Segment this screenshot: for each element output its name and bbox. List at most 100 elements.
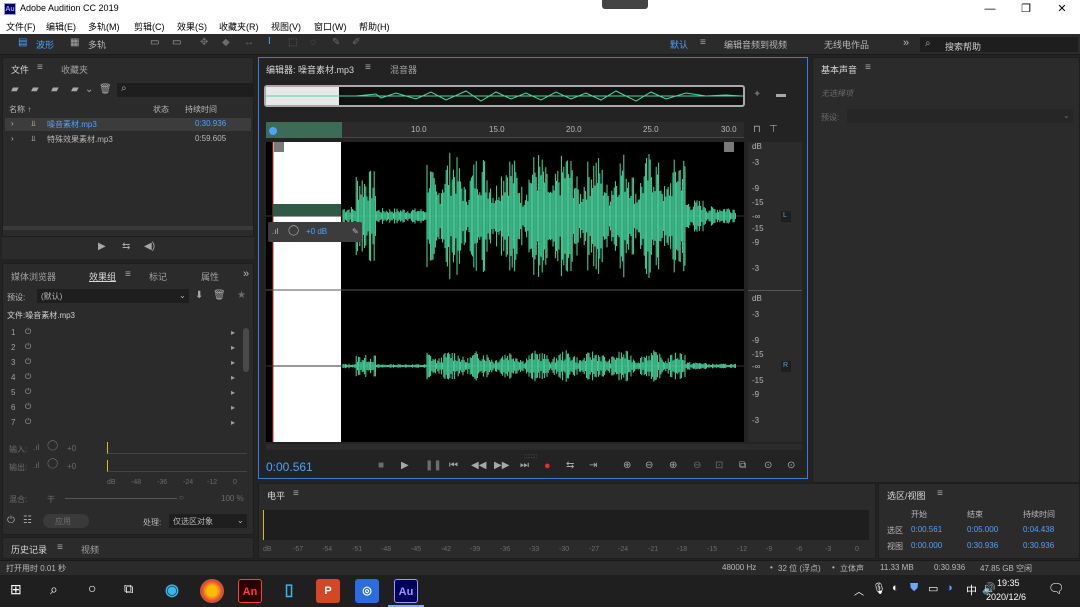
- tab-history[interactable]: 历史记录: [11, 543, 47, 556]
- files-search-input[interactable]: ⌕: [117, 83, 253, 97]
- more-tabs-icon[interactable]: »: [243, 268, 249, 280]
- chrome-browser-icon[interactable]: [200, 579, 224, 603]
- panel-menu-icon[interactable]: ≡: [125, 269, 131, 280]
- panel-options-icon[interactable]: ▬: [776, 89, 786, 100]
- time-ruler[interactable]: 10.0 15.0 20.0 25.0 30.0: [266, 122, 744, 138]
- windows-start-icon[interactable]: ⊞: [10, 581, 22, 598]
- mix-slider-handle[interactable]: ○: [179, 493, 184, 502]
- output-gain-knob[interactable]: ◯: [47, 458, 58, 469]
- workspace-default[interactable]: 默认: [670, 38, 688, 51]
- channel-right-button[interactable]: R: [781, 361, 791, 372]
- microphone-icon[interactable]: 🎙: [872, 582, 886, 595]
- power-icon[interactable]: ⏻: [25, 417, 31, 427]
- slot-arrow-icon[interactable]: ▸: [231, 343, 235, 352]
- workspace-edit-video[interactable]: 编辑音频到视频: [724, 38, 787, 51]
- zoom-in-point-icon[interactable]: ⊙: [764, 460, 772, 471]
- effect-slot[interactable]: 3 ⏻ ▸: [5, 356, 241, 370]
- header-status[interactable]: 状态: [153, 104, 169, 115]
- hud-gain-knob[interactable]: ◯: [288, 225, 299, 236]
- workspace-more[interactable]: »: [903, 37, 909, 49]
- waveform-button[interactable]: 波形: [36, 38, 54, 51]
- rewind-icon[interactable]: ◀◀: [471, 460, 486, 471]
- list-view-icon[interactable]: ☷: [23, 515, 32, 526]
- fade-out-handle[interactable]: [724, 142, 734, 152]
- cortana-icon[interactable]: ○: [88, 580, 96, 596]
- slot-arrow-icon[interactable]: ▸: [231, 373, 235, 382]
- maximize-button[interactable]: ❐: [1008, 0, 1044, 18]
- powerpoint-app-icon[interactable]: P: [316, 579, 340, 603]
- current-time[interactable]: 0:00.561: [266, 460, 313, 474]
- slot-arrow-icon[interactable]: ▸: [231, 388, 235, 397]
- slots-scrollbar[interactable]: [243, 328, 249, 372]
- insert-icon[interactable]: ▰: [71, 84, 79, 95]
- zoom-in-amplitude-icon[interactable]: ⊕: [623, 460, 631, 471]
- power-icon[interactable]: ⏻: [25, 342, 31, 352]
- effect-slot[interactable]: 5 ⏻ ▸: [5, 386, 241, 400]
- input-gain-knob[interactable]: ◯: [47, 440, 58, 451]
- open-file-icon[interactable]: ▰: [11, 84, 19, 95]
- search-icon[interactable]: ⌕: [50, 581, 58, 598]
- move-tool-icon[interactable]: ✥: [200, 37, 208, 48]
- power-icon[interactable]: ⏻: [25, 387, 31, 397]
- effect-slot[interactable]: 7 ⏻ ▸: [5, 416, 241, 430]
- ime-indicator[interactable]: 中: [966, 582, 977, 598]
- slot-arrow-icon[interactable]: ▸: [231, 403, 235, 412]
- zoom-out-time-icon[interactable]: ⊖: [693, 460, 701, 471]
- mix-slider[interactable]: [65, 498, 177, 499]
- multitrack-button[interactable]: 多轨: [88, 38, 106, 51]
- audition-taskbar-icon[interactable]: Au: [394, 579, 418, 603]
- view-end[interactable]: 0:30.936: [967, 541, 998, 550]
- zoom-out-full-icon[interactable]: ⊡: [715, 460, 723, 471]
- selection-end[interactable]: 0:05.000: [967, 525, 998, 534]
- essential-preset-select[interactable]: ⌄: [847, 109, 1073, 123]
- favorite-star-icon[interactable]: ★: [237, 290, 246, 301]
- selection-duration[interactable]: 0:04.438: [1023, 525, 1054, 534]
- spot-healing-icon[interactable]: ✐: [352, 37, 360, 48]
- selection-view-title[interactable]: 选区/视图: [887, 489, 926, 502]
- play-preview-icon[interactable]: ▶: [98, 241, 106, 252]
- horizontal-scrollbar[interactable]: [266, 444, 802, 450]
- minimize-button[interactable]: —: [972, 0, 1008, 18]
- delete-preset-icon[interactable]: 🗑: [213, 290, 226, 301]
- file-row[interactable]: › ⫫ 噪音素材.mp3 0:30.936: [5, 118, 251, 131]
- expand-icon[interactable]: ›: [11, 134, 14, 143]
- slot-arrow-icon[interactable]: ▸: [231, 418, 235, 427]
- razor-tool-icon[interactable]: ◆: [222, 37, 230, 48]
- panel-menu-icon[interactable]: ≡: [57, 542, 63, 553]
- panel-menu-icon[interactable]: ≡: [865, 62, 871, 73]
- effect-slot[interactable]: 4 ⏻ ▸: [5, 371, 241, 385]
- channel-left-button[interactable]: L: [781, 211, 791, 222]
- search-box[interactable]: ⌕ 搜索帮助: [920, 37, 1078, 52]
- import-icon[interactable]: ▰: [31, 84, 39, 95]
- waveform-display[interactable]: .ıl ◯ +0 dB ✎: [266, 142, 744, 442]
- menu-view[interactable]: 视图(V): [271, 20, 301, 33]
- process-select[interactable]: 仅选区对象 ⌄: [169, 514, 247, 528]
- brush-tool-icon[interactable]: ✎: [332, 37, 340, 48]
- pause-icon[interactable]: ❚❚: [425, 460, 442, 471]
- lasso-tool-icon[interactable]: ◌: [310, 37, 316, 48]
- time-selection-tool-icon[interactable]: I: [268, 36, 271, 47]
- menu-favorites[interactable]: 收藏夹(R): [219, 20, 259, 33]
- panel-menu-icon[interactable]: ≡: [937, 488, 943, 499]
- power-icon[interactable]: ⏻: [25, 357, 31, 367]
- close-button[interactable]: ✕: [1044, 0, 1080, 18]
- workspace-menu-icon[interactable]: ≡: [700, 37, 706, 48]
- network-icon[interactable]: ▭: [928, 582, 938, 595]
- tab-media-browser[interactable]: 媒体浏览器: [11, 270, 56, 283]
- animate-app-icon[interactable]: An: [238, 579, 262, 603]
- header-duration[interactable]: 持续时间: [185, 104, 217, 115]
- panel-menu-icon[interactable]: ≡: [365, 62, 371, 73]
- delete-icon[interactable]: 🗑: [99, 84, 112, 95]
- skip-selection-icon[interactable]: ⇥: [589, 460, 597, 471]
- slot-arrow-icon[interactable]: ▸: [231, 328, 235, 337]
- panel-menu-icon[interactable]: ≡: [293, 488, 299, 499]
- power-icon[interactable]: ⏻: [7, 515, 15, 526]
- power-icon[interactable]: ⏻: [25, 372, 31, 382]
- hud-gain-control[interactable]: .ıl ◯ +0 dB ✎: [268, 222, 362, 242]
- effect-slot[interactable]: 1 ⏻ ▸: [5, 326, 241, 340]
- fast-forward-icon[interactable]: ▶▶: [494, 460, 509, 471]
- phone-app-icon[interactable]: ▯: [277, 579, 301, 603]
- qq-icon[interactable]: ◐: [892, 582, 899, 594]
- expand-icon[interactable]: ›: [11, 119, 14, 128]
- snap-icon[interactable]: ⊓: [753, 124, 761, 135]
